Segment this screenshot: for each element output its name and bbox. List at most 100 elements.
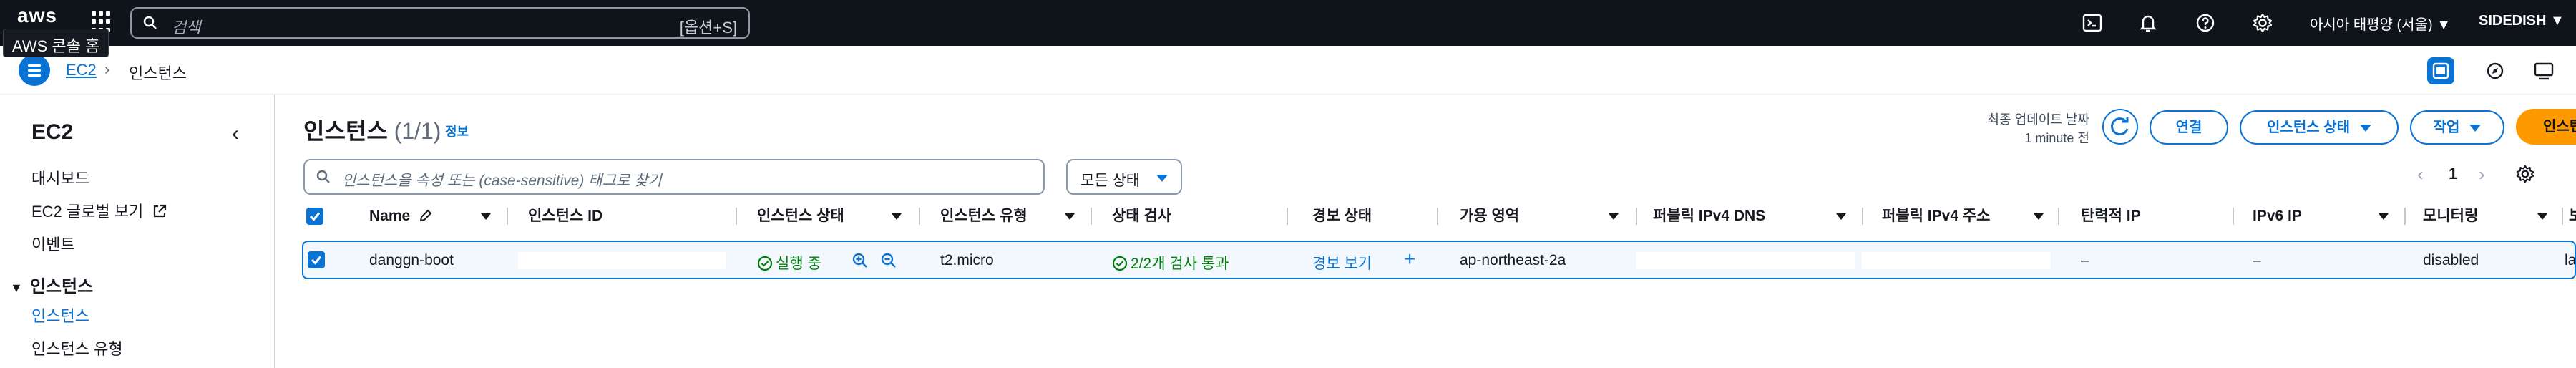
sort-icon[interactable]	[2537, 213, 2547, 220]
column-resizer[interactable]	[2404, 208, 2406, 225]
cell-security: lau	[2565, 252, 2575, 268]
connect-button[interactable]: 연결	[2150, 110, 2228, 145]
sidebar: EC2 ‹ 대시보드 EC2 글로벌 보기 이벤트 ▼ 인스턴스 인스턴스 인스턴…	[0, 95, 275, 368]
refresh-button[interactable]	[2102, 109, 2138, 145]
table-settings-icon[interactable]	[2514, 163, 2536, 185]
column-resizer[interactable]	[1091, 208, 1092, 225]
gear-icon[interactable]	[2251, 11, 2274, 34]
sidebar-item-instances[interactable]: 인스턴스	[31, 304, 89, 326]
aws-logo-text: aws	[17, 4, 57, 26]
caret-down-icon	[2359, 124, 2371, 132]
sort-icon[interactable]	[2034, 213, 2044, 220]
column-name[interactable]: Name	[369, 203, 433, 229]
row-checkbox[interactable]	[308, 251, 325, 268]
column-resizer[interactable]	[1636, 208, 1637, 225]
filter-placeholder: 인스턴스을 속성 또는 (case-sensitive) 태그로 찾기	[342, 173, 662, 189]
cell-public-dns[interactable]	[1636, 252, 1855, 269]
success-icon	[1112, 256, 1128, 271]
column-status-check[interactable]: 상태 검사	[1112, 203, 1171, 229]
sidebar-section-instances[interactable]: ▼ 인스턴스	[10, 272, 93, 297]
sort-icon[interactable]	[481, 213, 491, 220]
column-public-dns[interactable]: 퍼블릭 IPv4 DNS	[1653, 203, 1765, 229]
sidebar-item-instance-types[interactable]: 인스턴스 유형	[31, 336, 123, 359]
menu-toggle-button[interactable]	[19, 54, 50, 86]
launch-instance-button[interactable]: 인스턴스 시작	[2516, 109, 2576, 145]
cell-public-ip[interactable]	[1862, 252, 2051, 269]
last-updated-value: 1 minute 전	[2024, 131, 2089, 145]
sort-icon[interactable]	[1065, 213, 1075, 220]
next-page-icon[interactable]: ›	[2479, 163, 2485, 185]
select-all-checkbox[interactable]	[306, 208, 323, 225]
column-resizer[interactable]	[919, 208, 920, 225]
info-link[interactable]: 정보	[445, 122, 469, 140]
breadcrumb: EC2 › 인스턴스	[0, 46, 2576, 95]
split-panel-button[interactable]	[2427, 57, 2454, 84]
column-resizer[interactable]	[2058, 208, 2059, 225]
previous-page-icon[interactable]: ‹	[2417, 163, 2424, 185]
caret-down-icon: ▼	[10, 281, 23, 295]
column-resizer[interactable]	[1862, 208, 1863, 225]
account-menu[interactable]: SIDEDISH ▼	[2479, 13, 2565, 29]
column-security[interactable]: 보안	[2569, 203, 2576, 229]
instance-state-button[interactable]: 인스턴스 상태	[2240, 110, 2399, 145]
search-shortcut: [옵션+S]	[679, 19, 737, 37]
tutorial-icon[interactable]	[2530, 57, 2557, 84]
column-public-ip[interactable]: 퍼블릭 IPv4 주소	[1882, 203, 1990, 229]
cloudshell-icon[interactable]	[2081, 11, 2104, 34]
search-icon	[143, 16, 157, 29]
column-resizer[interactable]	[736, 208, 737, 225]
sort-icon[interactable]	[2379, 213, 2389, 220]
column-resizer[interactable]	[2233, 208, 2234, 225]
page-title: 인스턴스 (1/1)	[303, 113, 441, 146]
actions-button[interactable]: 작업	[2410, 110, 2504, 145]
bell-icon[interactable]	[2137, 11, 2160, 34]
column-resizer[interactable]	[2562, 208, 2563, 225]
sort-icon[interactable]	[1836, 213, 1846, 220]
column-elastic-ip[interactable]: 탄력적 IP	[2081, 203, 2141, 229]
sidebar-section-label: 인스턴스	[29, 277, 94, 296]
sort-icon[interactable]	[892, 213, 902, 220]
column-resizer[interactable]	[507, 208, 508, 225]
sidebar-item-events[interactable]: 이벤트	[31, 232, 75, 255]
search-icon	[316, 170, 330, 183]
caret-down-icon	[1156, 175, 1168, 182]
connect-label: 연결	[2175, 120, 2202, 135]
column-instance-state[interactable]: 인스턴스 상태	[757, 203, 844, 229]
sort-icon[interactable]	[1609, 213, 1619, 220]
column-monitoring[interactable]: 모니터링	[2423, 203, 2478, 229]
cell-availability-zone: ap-northeast-2a	[1460, 252, 1566, 268]
column-ipv6[interactable]: IPv6 IP	[2253, 203, 2302, 229]
zoom-in-icon[interactable]	[852, 252, 869, 269]
success-icon	[757, 256, 773, 271]
cell-instance-id[interactable]	[518, 252, 726, 269]
cell-instance-type: t2.micro	[940, 252, 994, 268]
check-icon	[309, 212, 321, 221]
sidebar-item-global-view[interactable]: EC2 글로벌 보기	[31, 199, 167, 222]
sidebar-item-dashboard[interactable]: 대시보드	[31, 166, 89, 189]
page-title-text: 인스턴스	[303, 118, 388, 144]
collapse-sidebar-icon[interactable]: ‹	[232, 122, 239, 146]
column-resizer[interactable]	[1437, 208, 1438, 225]
column-instance-type[interactable]: 인스턴스 유형	[940, 203, 1028, 229]
state-filter-select[interactable]: 모든 상태	[1066, 159, 1182, 195]
help-icon[interactable]	[2194, 11, 2217, 34]
aws-logo[interactable]: aws	[17, 4, 57, 36]
instance-filter-input[interactable]: 인스턴스을 속성 또는 (case-sensitive) 태그로 찾기	[303, 159, 1045, 195]
zoom-out-icon[interactable]	[880, 252, 897, 269]
cell-monitoring: disabled	[2423, 252, 2479, 268]
breadcrumb-ec2-link[interactable]: EC2	[66, 61, 97, 79]
column-resizer[interactable]	[1287, 208, 1288, 225]
compass-icon[interactable]	[2482, 57, 2509, 84]
view-alarms-link[interactable]: 경보 보기	[1312, 252, 1372, 273]
region-selector[interactable]: 아시아 태평양 (서울) ▼	[2310, 13, 2451, 34]
table-row[interactable]: danggn-boot 실행 중 t2.micro 2/2개 검사 통과 경보 …	[302, 241, 2576, 279]
cell-instance-state: 실행 중	[757, 252, 821, 273]
external-link-icon	[154, 204, 167, 218]
page-number[interactable]: 1	[2449, 165, 2457, 183]
column-availability-zone[interactable]: 가용 영역	[1460, 203, 1519, 229]
search-input[interactable]: 검색 [옵션+S]	[130, 7, 750, 39]
panel-icon	[2432, 62, 2449, 79]
column-alarm-status[interactable]: 경보 상태	[1312, 203, 1372, 229]
column-instance-id[interactable]: 인스턴스 ID	[528, 203, 602, 229]
add-alarm-icon[interactable]: +	[1404, 248, 1415, 271]
